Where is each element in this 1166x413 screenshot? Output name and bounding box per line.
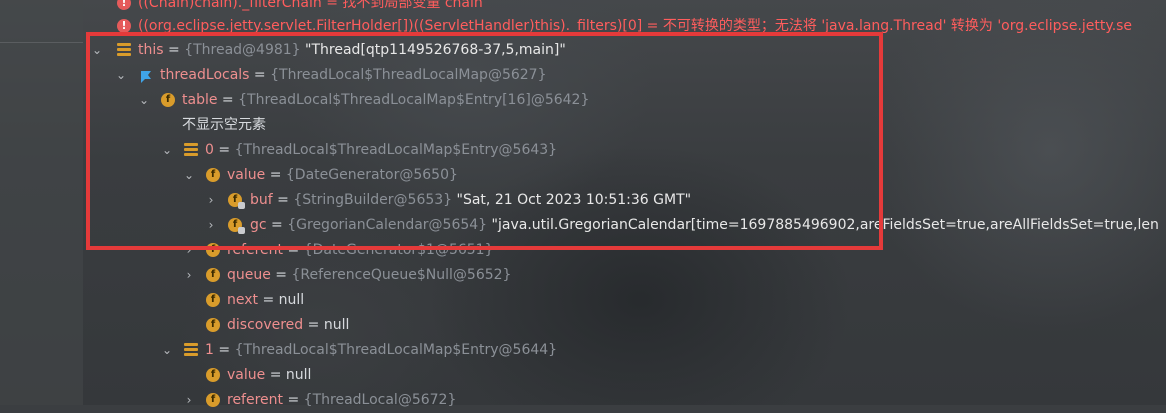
debugger-left-gutter: [0, 0, 83, 405]
object-list-icon: [184, 343, 198, 357]
variable-name: queue: [227, 267, 271, 283]
field-icon: f: [206, 293, 220, 307]
equals-sign: =: [283, 392, 304, 408]
null-value: null: [323, 317, 350, 333]
error-icon: !: [117, 19, 131, 33]
variable-name: 1: [205, 342, 214, 358]
field-icon: f: [206, 318, 220, 332]
chevron-right-icon[interactable]: ›: [182, 263, 196, 288]
equals-sign: =: [270, 267, 292, 283]
equals-sign: =: [213, 342, 235, 358]
null-value: null: [285, 367, 312, 383]
object-ref: {ThreadLocal@5672}: [303, 392, 457, 408]
field-icon: f: [206, 368, 220, 382]
object-ref: {ReferenceQueue$Null@5652}: [291, 267, 512, 283]
equals-sign: =: [303, 317, 324, 333]
chevron-right-icon[interactable]: ›: [182, 388, 196, 413]
null-value: null: [278, 292, 305, 308]
variable-name: referent: [227, 392, 284, 408]
variable-name: discovered: [227, 317, 304, 333]
variable-name: value: [227, 367, 266, 383]
object-ref: {ThreadLocal$ThreadLocalMap$Entry@5644}: [234, 342, 558, 358]
chevron-down-icon[interactable]: ⌄: [160, 338, 174, 363]
variable-name: next: [227, 292, 259, 308]
equals-sign: =: [265, 367, 286, 383]
equals-sign: =: [258, 292, 279, 308]
field-icon: f: [206, 268, 220, 282]
highlight-annotation-box: [86, 32, 883, 250]
